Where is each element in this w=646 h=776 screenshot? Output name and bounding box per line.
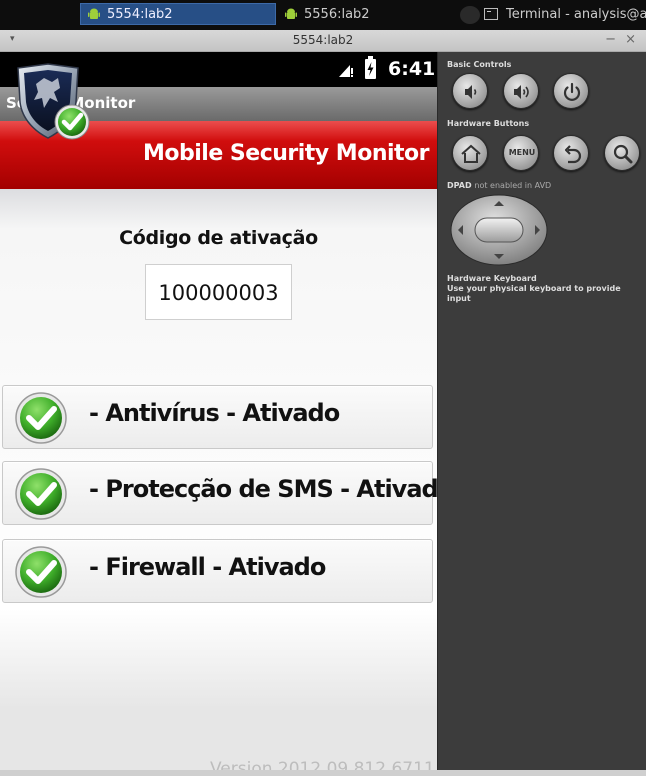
menu-button[interactable]: MENU <box>503 135 539 171</box>
status-row-firewall[interactable]: - Firewall - Ativado <box>2 539 433 603</box>
emulator-control-panel: Basic Controls Hardware Buttons MENU DPA… <box>437 52 646 776</box>
window-titlebar: ▾ 5554:lab2 − × <box>0 30 646 52</box>
status-label: - Antivírus - Ativado <box>89 399 340 427</box>
status-row-sms-protection[interactable]: - Protecção de SMS - Ativada <box>2 461 437 525</box>
volume-down-icon <box>465 85 477 99</box>
check-icon <box>15 546 67 598</box>
search-icon <box>613 144 633 164</box>
android-icon <box>285 8 297 19</box>
taskbar-item-label: Terminal - analysis@ana <box>506 6 646 22</box>
taskbar: 5554:lab2 5556:lab2 Terminal - analysis@… <box>0 0 646 30</box>
status-label: - Firewall - Ativado <box>89 553 326 581</box>
check-icon <box>15 392 67 444</box>
terminal-icon <box>484 8 498 20</box>
shield-logo-icon <box>17 63 90 140</box>
taskbar-item-label: 5556:lab2 <box>304 6 370 22</box>
home-icon <box>461 144 481 163</box>
android-icon <box>88 8 100 19</box>
dpad-control[interactable] <box>449 193 549 267</box>
window-title: 5554:lab2 <box>292 33 354 47</box>
phone-screen[interactable]: 6:41 Secure Monitor Mobile Security Moni… <box>0 52 437 776</box>
basic-controls-label: Basic Controls <box>447 60 512 69</box>
main-content: Código de ativação 100000003 - Antivírus… <box>0 189 437 776</box>
back-icon <box>564 145 582 164</box>
taskbar-item-5554[interactable]: 5554:lab2 <box>80 3 276 25</box>
volume-down-button[interactable] <box>452 73 488 109</box>
close-button[interactable]: × <box>625 32 636 47</box>
status-label: - Protecção de SMS - Ativada <box>89 475 437 503</box>
banner-title: Mobile Security Monitor <box>143 141 429 166</box>
check-icon <box>15 468 67 520</box>
status-clock: 6:41 <box>388 58 436 80</box>
battery-icon <box>365 56 376 79</box>
home-button[interactable] <box>452 135 488 171</box>
power-icon <box>563 82 581 101</box>
signal-icon <box>339 65 353 77</box>
taskbar-item-label: 5554:lab2 <box>107 6 173 22</box>
status-row-antivirus[interactable]: - Antivírus - Ativado <box>2 385 433 449</box>
hardware-keyboard-label: Hardware Keyboard <box>447 274 537 283</box>
menu-icon: MENU <box>508 148 536 157</box>
minimize-button[interactable]: − <box>605 32 616 47</box>
back-button[interactable] <box>553 135 589 171</box>
search-button[interactable] <box>604 135 640 171</box>
volume-up-button[interactable] <box>503 73 539 109</box>
dpad-label: DPAD not enabled in AVD <box>447 181 551 191</box>
activation-code-label: Código de ativação <box>119 227 318 249</box>
activation-code-value: 100000003 <box>145 264 292 320</box>
taskbar-item-5556[interactable]: 5556:lab2 <box>278 3 448 25</box>
taskbar-item-terminal[interactable]: Terminal - analysis@ana <box>458 3 646 25</box>
power-button[interactable] <box>553 73 589 109</box>
desktop-background <box>0 770 646 776</box>
hardware-keyboard-note: Use your physical keyboard to provide in… <box>447 284 621 303</box>
dpad-note: not enabled in AVD <box>474 181 552 190</box>
hardware-buttons-label: Hardware Buttons <box>447 119 530 128</box>
volume-up-icon <box>514 85 529 99</box>
dpad-label-text: DPAD <box>447 181 472 190</box>
